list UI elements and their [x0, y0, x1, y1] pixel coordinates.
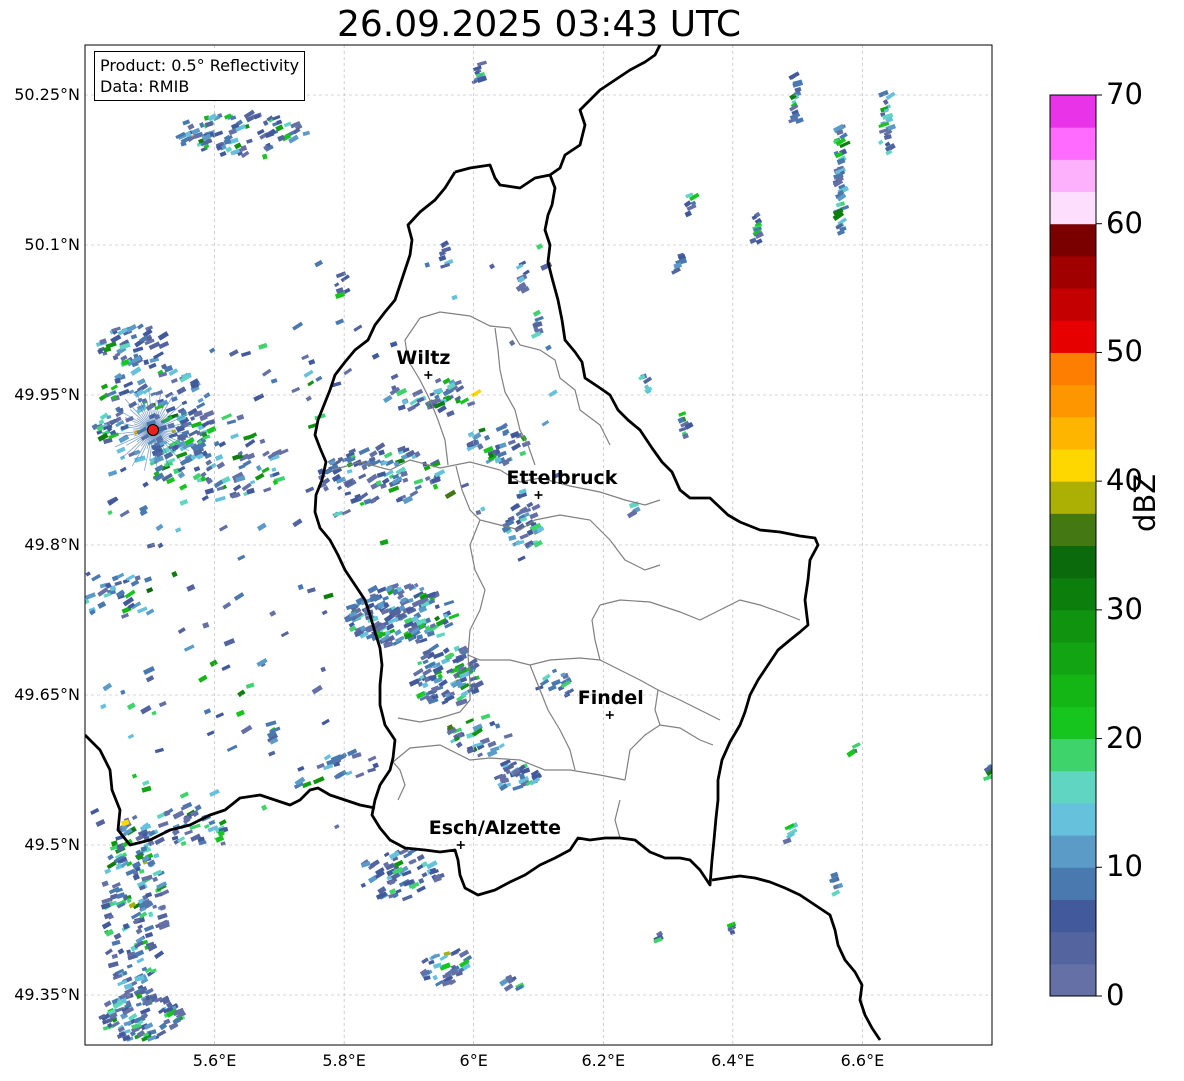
lat-tick-label: 49.65°N [14, 685, 80, 704]
city-label: Findel [577, 687, 644, 709]
colorbar-swatch [1050, 963, 1096, 997]
lat-tick-label: 49.5°N [24, 835, 80, 854]
lon-tick-label: 6.2°E [581, 1051, 626, 1070]
colorbar-swatch [1050, 642, 1096, 675]
colorbar [1049, 94, 1102, 997]
lat-tick-label: 49.95°N [14, 385, 80, 404]
data-source-label: Data: RMIB [100, 77, 190, 96]
colorbar-swatch [1050, 191, 1096, 225]
colorbar-tick-label: 30 [1106, 591, 1143, 626]
radar-map [84, 44, 1102, 1046]
colorbar-swatch [1050, 95, 1096, 128]
colorbar-swatch [1050, 706, 1096, 740]
colorbar-swatch [1050, 448, 1096, 482]
lon-tick-label: 6°E [459, 1051, 488, 1070]
colorbar-swatch [1050, 674, 1096, 707]
colorbar-swatch [1050, 159, 1096, 193]
colorbar-swatch [1050, 384, 1096, 418]
colorbar-swatch [1050, 481, 1096, 514]
city-label: Wiltz [396, 347, 451, 369]
colorbar-swatch [1050, 931, 1096, 965]
lon-tick-label: 5.8°E [322, 1051, 366, 1070]
colorbar-label: dBZ [1128, 473, 1162, 532]
colorbar-swatch [1050, 899, 1096, 933]
colorbar-swatch [1050, 770, 1096, 804]
lon-tick-label: 5.6°E [192, 1051, 237, 1070]
lon-tick-label: 6.6°E [840, 1051, 885, 1070]
colorbar-swatch [1050, 223, 1096, 257]
colorbar-tick-label: 60 [1106, 205, 1143, 240]
colorbar-swatch [1050, 513, 1096, 546]
colorbar-swatch [1050, 416, 1096, 450]
product-info-box: Product: 0.5° Reflectivity Data: RMIB [94, 51, 306, 101]
lon-tick-label: 6.4°E [711, 1051, 755, 1070]
colorbar-tick-label: 20 [1106, 720, 1143, 755]
colorbar-swatch [1050, 255, 1096, 289]
colorbar-swatch [1050, 545, 1096, 579]
colorbar-swatch [1050, 577, 1096, 611]
colorbar-swatch [1050, 835, 1096, 868]
colorbar-swatch [1050, 320, 1096, 353]
colorbar-swatch [1050, 288, 1096, 321]
city-label: Esch/Alzette [428, 817, 561, 839]
colorbar-swatch [1050, 609, 1096, 643]
colorbar-tick-label: 70 [1106, 77, 1143, 111]
colorbar-swatch [1050, 802, 1096, 836]
city-label: Ettelbruck [506, 467, 618, 489]
lat-tick-label: 49.8°N [24, 535, 80, 554]
colorbar-swatch [1050, 867, 1096, 900]
colorbar-swatch [1050, 738, 1096, 772]
radar-site-marker [147, 424, 160, 436]
colorbar-tick-label: 0 [1106, 978, 1125, 1012]
lat-tick-label: 50.25°N [14, 85, 80, 104]
product-label: Product: 0.5° Reflectivity [100, 56, 300, 75]
colorbar-swatch [1050, 352, 1096, 386]
lat-tick-label: 49.35°N [14, 985, 80, 1004]
colorbar-swatch [1050, 127, 1096, 160]
colorbar-tick-label: 10 [1106, 849, 1143, 884]
colorbar-tick-label: 50 [1106, 334, 1143, 369]
lat-tick-label: 50.1°N [24, 235, 80, 254]
